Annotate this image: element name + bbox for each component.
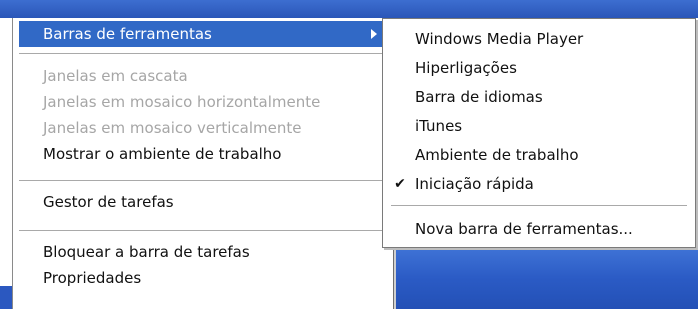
taskbar-edge — [0, 286, 12, 309]
submenu-arrow-icon — [371, 29, 377, 39]
submenu-item-label: Ambiente de trabalho — [415, 146, 579, 164]
submenu-item-label: Windows Media Player — [415, 30, 584, 48]
taskbar[interactable] — [382, 248, 698, 309]
submenu-separator — [391, 205, 687, 206]
submenu-item-links[interactable]: Hiperligações — [383, 54, 693, 82]
submenu-item-new-toolbar[interactable]: Nova barra de ferramentas... — [383, 215, 693, 243]
submenu-item-label: Barra de idiomas — [415, 88, 543, 106]
menu-item-tile-vertically[interactable]: Janelas em mosaico verticalmente — [19, 115, 385, 141]
submenu-item-language-bar[interactable]: Barra de idiomas — [383, 83, 693, 111]
menu-item-label: Janelas em mosaico horizontalmente — [43, 93, 321, 111]
menu-item-label: Barras de ferramentas — [43, 25, 212, 43]
desktop-background — [0, 0, 698, 18]
menu-item-properties[interactable]: Propriedades — [19, 265, 385, 291]
menu-item-task-manager[interactable]: Gestor de tarefas — [19, 189, 385, 215]
menu-item-label: Janelas em mosaico verticalmente — [43, 119, 302, 137]
submenu-item-label: iTunes — [415, 117, 463, 135]
submenu-item-quick-launch[interactable]: ✔ Iniciação rápida — [383, 170, 693, 198]
menu-item-label: Propriedades — [43, 269, 142, 287]
menu-separator — [19, 53, 385, 55]
submenu-item-label: Iniciação rápida — [415, 175, 534, 193]
submenu-item-windows-media-player[interactable]: Windows Media Player — [383, 25, 693, 53]
menu-item-lock-taskbar[interactable]: Bloquear a barra de tarefas — [19, 239, 385, 265]
menu-item-show-desktop[interactable]: Mostrar o ambiente de trabalho — [19, 141, 385, 167]
submenu-item-label: Hiperligações — [415, 59, 517, 77]
menu-item-label: Janelas em cascata — [43, 67, 188, 85]
checkmark-icon: ✔ — [394, 176, 406, 192]
menu-separator — [19, 230, 385, 232]
menu-item-tile-horizontally[interactable]: Janelas em mosaico horizontalmente — [19, 89, 385, 115]
submenu-item-label: Nova barra de ferramentas... — [415, 220, 633, 238]
taskbar-context-menu: Barras de ferramentas Janelas em cascata… — [12, 18, 394, 309]
menu-item-label: Bloquear a barra de tarefas — [43, 243, 250, 261]
toolbars-submenu: Windows Media Player Hiperligações Barra… — [382, 18, 696, 248]
menu-separator — [19, 180, 385, 182]
submenu-item-desktop[interactable]: Ambiente de trabalho — [383, 141, 693, 169]
submenu-item-itunes[interactable]: iTunes — [383, 112, 693, 140]
menu-item-label: Gestor de tarefas — [43, 193, 174, 211]
menu-item-label: Mostrar o ambiente de trabalho — [43, 145, 282, 163]
menu-item-cascade-windows[interactable]: Janelas em cascata — [19, 63, 385, 89]
menu-item-toolbars[interactable]: Barras de ferramentas — [19, 21, 385, 47]
